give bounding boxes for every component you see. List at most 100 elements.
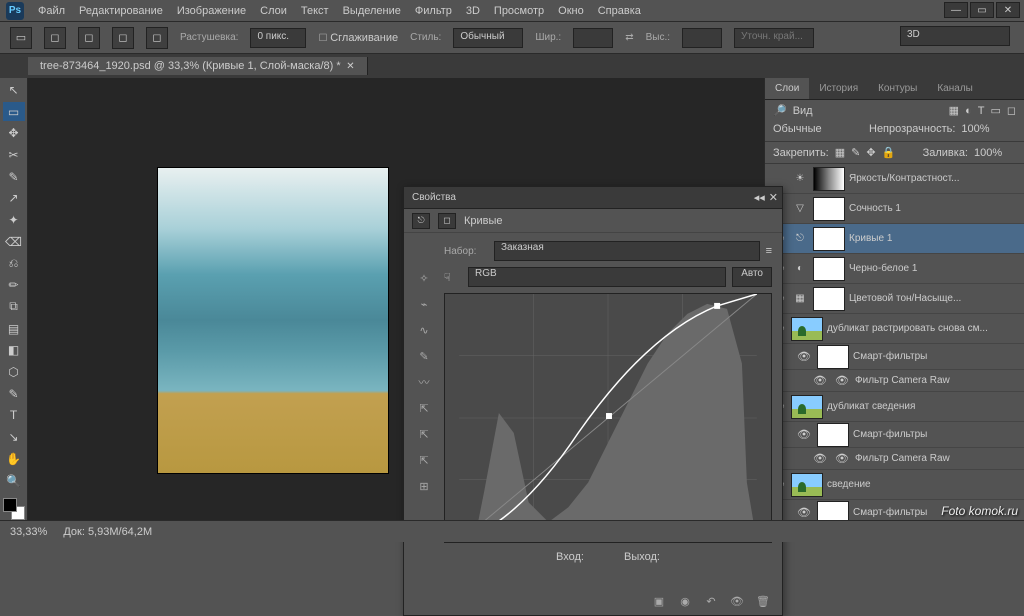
color-swatches[interactable] (3, 498, 25, 520)
height-input[interactable] (682, 28, 722, 48)
window-minimize-icon[interactable]: — (944, 2, 968, 18)
visibility-toggle-icon[interactable]: 👁 (811, 374, 829, 387)
layer-thumb[interactable] (791, 473, 823, 497)
preset-menu-icon[interactable]: ≡ (766, 245, 772, 257)
brush-tool[interactable]: ✦ (3, 210, 25, 230)
clip-to-layer-icon[interactable]: ▣ (650, 593, 668, 609)
channel-dropdown[interactable]: RGB (468, 267, 726, 287)
layer-name[interactable]: дубликат растрировать снова см... (827, 323, 1020, 334)
tab-channels[interactable]: Каналы (927, 78, 983, 99)
lasso-tool[interactable]: ✥ (3, 123, 25, 143)
layer-mask-thumb[interactable] (813, 197, 845, 221)
eyedropper-tool[interactable]: ✎ (3, 167, 25, 187)
layer-row[interactable]: ▽Сочность 1 (765, 194, 1024, 224)
menu-3d[interactable]: 3D (466, 5, 480, 17)
refine-edge-button[interactable]: Уточн. край... (734, 28, 814, 48)
layer-thumb[interactable] (791, 317, 823, 341)
opacity-input[interactable]: 100% (961, 123, 1003, 135)
pencil-curve-icon[interactable]: ✎ (414, 347, 434, 365)
layer-row[interactable]: 👁дубликат сведения (765, 392, 1024, 422)
layer-row[interactable]: 👁Смарт-фильтры (765, 422, 1024, 448)
filter-shape-icon[interactable]: ▭ (990, 104, 1000, 117)
layer-row[interactable]: ☀Яркость/Контрастност... (765, 164, 1024, 194)
feather-input[interactable]: 0 пикс. (250, 28, 306, 48)
shape-tool[interactable]: ↘ (3, 427, 25, 447)
preset-dropdown[interactable]: Заказная (494, 241, 760, 261)
hand-tool[interactable]: ✋ (3, 449, 25, 469)
layer-name[interactable]: Цветовой тон/Насыще... (849, 293, 1020, 304)
auto-button[interactable]: Авто (732, 267, 772, 287)
history-brush-tool[interactable]: ⎌ (3, 254, 25, 274)
layer-name[interactable]: Смарт-фильтры (853, 351, 1020, 362)
layer-mask-thumb[interactable] (813, 257, 845, 281)
type-tool[interactable]: ✎ (3, 384, 25, 404)
document-tab[interactable]: tree-873464_1920.psd @ 33,3% (Кривые 1, … (28, 57, 368, 75)
filter-kind-icon[interactable]: 🔎 (773, 104, 787, 117)
eyedrop-white-icon[interactable]: ⇱ (414, 451, 434, 469)
reset-icon[interactable]: ↶ (702, 593, 720, 609)
view-previous-icon[interactable]: ◉ (676, 593, 694, 609)
canvas-area[interactable]: Свойства ◂◂ ✕ ⎋ ◻ Кривые ✧ ⌁ ∿ ✎ 〰 ⇱ (28, 78, 764, 520)
layer-mask-thumb[interactable] (817, 345, 849, 369)
visibility-toggle-icon[interactable]: 👁 (795, 350, 813, 363)
zoom-level[interactable]: 33,33% (10, 526, 47, 538)
crop-tool[interactable]: ✂ (3, 145, 25, 165)
layer-name[interactable]: Сочность 1 (849, 203, 1020, 214)
window-close-icon[interactable]: ✕ (996, 2, 1020, 18)
layer-mask-thumb[interactable] (813, 287, 845, 311)
layer-row[interactable]: 👁▦Цветовой тон/Насыще... (765, 284, 1024, 314)
antialias-checkbox[interactable]: ☐ Сглаживание (318, 32, 398, 44)
filter-pixel-icon[interactable]: ▦ (949, 104, 959, 117)
pen-tool[interactable]: ⬡ (3, 362, 25, 382)
visibility-toggle-icon[interactable]: 👁 (811, 452, 829, 465)
layer-name[interactable]: сведение (827, 479, 1020, 490)
layer-row[interactable]: 👁сведение (765, 470, 1024, 500)
layer-name[interactable]: Фильтр Camera Raw (855, 453, 1020, 464)
layer-row[interactable]: 👁⎋Кривые 1 (765, 224, 1024, 254)
menu-view[interactable]: Просмотр (494, 5, 544, 17)
layer-name[interactable]: Яркость/Контрастност... (849, 173, 1020, 184)
swap-wh-icon[interactable]: ⇄ (625, 32, 633, 43)
eyedrop-black-icon[interactable]: ⇱ (414, 399, 434, 417)
filter-visibility-icon[interactable]: 👁 (833, 452, 851, 465)
menu-image[interactable]: Изображение (177, 5, 246, 17)
layer-thumb[interactable] (791, 395, 823, 419)
heal-tool[interactable]: ↗ (3, 189, 25, 209)
lock-all-icon[interactable]: 🔒 (882, 146, 896, 159)
lock-position-icon[interactable]: ✥ (866, 146, 875, 159)
menu-window[interactable]: Окно (558, 5, 584, 17)
marquee-intersect-icon[interactable]: ◻ (146, 27, 168, 49)
layer-mask-thumb[interactable] (813, 227, 845, 251)
tab-paths[interactable]: Контуры (868, 78, 927, 99)
edit-points-icon[interactable]: ⌁ (414, 295, 434, 313)
blur-tool[interactable]: ▤ (3, 319, 25, 339)
menu-text[interactable]: Текст (301, 5, 329, 17)
menu-layers[interactable]: Слои (260, 5, 287, 17)
layer-row[interactable]: 👁◐Черно-белое 1 (765, 254, 1024, 284)
document-canvas[interactable] (158, 168, 388, 473)
curves-graph[interactable] (444, 293, 772, 543)
menu-help[interactable]: Справка (598, 5, 641, 17)
layer-name[interactable]: Смарт-фильтры (853, 429, 1020, 440)
layer-row[interactable]: 👁👁Фильтр Camera Raw (765, 370, 1024, 392)
draw-curve-icon[interactable]: ∿ (414, 321, 434, 339)
layer-mask-thumb[interactable] (817, 501, 849, 521)
zoom-tool[interactable]: 🔍 (3, 471, 25, 491)
gradient-tool[interactable]: ⧉ (3, 297, 25, 317)
delete-adjustment-icon[interactable]: 🗑 (754, 593, 772, 609)
panel-collapse-icon[interactable]: ◂◂ (754, 191, 765, 204)
path-tool[interactable]: T (3, 406, 25, 426)
visibility-toggle-icon[interactable]: 👁 (795, 506, 813, 519)
fill-input[interactable]: 100% (974, 147, 1016, 159)
panel-close-icon[interactable]: ✕ (769, 191, 778, 204)
clip-icon[interactable]: ⊞ (414, 477, 434, 495)
tool-preset-icon[interactable]: ▭ (10, 27, 32, 49)
layer-row[interactable]: 👁 Смарт-фильтры (765, 344, 1024, 370)
menu-file[interactable]: Файл (38, 5, 65, 17)
window-restore-icon[interactable]: ▭ (970, 2, 994, 18)
marquee-tool[interactable]: ▭ (3, 102, 25, 122)
dodge-tool[interactable]: ◧ (3, 340, 25, 360)
width-input[interactable] (573, 28, 613, 48)
menu-select[interactable]: Выделение (343, 5, 401, 17)
filter-adjust-icon[interactable]: ◐ (965, 105, 972, 117)
